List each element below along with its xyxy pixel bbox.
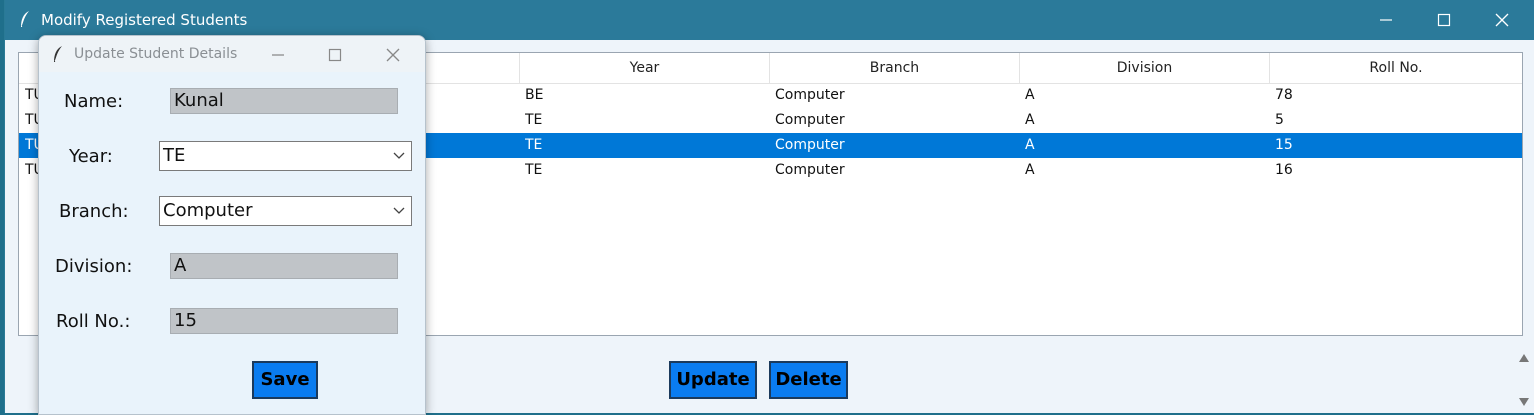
division-field[interactable]: A: [170, 253, 398, 279]
year-select-value: TE: [163, 145, 186, 166]
column-header-division[interactable]: Division: [1020, 53, 1270, 83]
dialog-titlebar[interactable]: Update Student Details: [39, 36, 425, 72]
maximize-icon: [328, 48, 342, 62]
close-icon: [386, 48, 400, 62]
minimize-button[interactable]: [1357, 0, 1415, 40]
cell-roll: 78: [1275, 87, 1293, 103]
close-button[interactable]: [1473, 0, 1531, 40]
cell-division: A: [1025, 87, 1035, 103]
roll-label: Roll No.:: [56, 311, 131, 332]
name-field[interactable]: Kunal: [170, 88, 398, 114]
year-select[interactable]: TE: [159, 141, 412, 171]
maximize-button[interactable]: [1415, 0, 1473, 40]
main-window-title: Modify Registered Students: [41, 11, 248, 29]
chevron-down-icon: [393, 152, 405, 159]
delete-button[interactable]: Delete: [769, 361, 848, 399]
save-button[interactable]: Save: [252, 361, 318, 399]
dialog-minimize-button[interactable]: [250, 36, 306, 72]
cell-year: TE: [525, 137, 543, 153]
scroll-up-arrow-icon[interactable]: [1518, 353, 1530, 363]
column-header-year[interactable]: Year: [520, 53, 770, 83]
main-titlebar[interactable]: Modify Registered Students: [5, 0, 1534, 40]
column-header-roll[interactable]: Roll No.: [1270, 53, 1522, 83]
branch-select[interactable]: Computer: [159, 196, 412, 226]
column-header-branch[interactable]: Branch: [770, 53, 1020, 83]
cell-roll: 15: [1275, 137, 1293, 153]
scroll-down-arrow-icon[interactable]: [1518, 397, 1530, 407]
maximize-icon: [1437, 13, 1451, 27]
cell-roll: 16: [1275, 162, 1293, 178]
update-button[interactable]: Update: [669, 361, 757, 399]
cell-year: TE: [525, 112, 543, 128]
chevron-down-icon: [393, 207, 405, 214]
year-label: Year:: [69, 146, 113, 167]
app-feather-icon: [19, 10, 31, 32]
roll-field[interactable]: 15: [170, 308, 398, 334]
cell-branch: Computer: [775, 137, 845, 153]
update-student-dialog: Update Student Details Name: Kunal Year:…: [38, 35, 426, 415]
cell-roll: 5: [1275, 112, 1284, 128]
dialog-close-button[interactable]: [365, 36, 421, 72]
cell-division: A: [1025, 162, 1035, 178]
cell-year: BE: [525, 87, 544, 103]
cell-branch: Computer: [775, 87, 845, 103]
cell-division: A: [1025, 112, 1035, 128]
dialog-title: Update Student Details: [74, 46, 238, 62]
cell-year: TE: [525, 162, 543, 178]
dialog-maximize-button[interactable]: [307, 36, 363, 72]
branch-select-value: Computer: [163, 200, 253, 221]
minimize-icon: [272, 54, 284, 56]
cell-branch: Computer: [775, 112, 845, 128]
dialog-feather-icon: [52, 45, 64, 67]
cell-branch: Computer: [775, 162, 845, 178]
name-label: Name:: [64, 91, 124, 112]
cell-division: A: [1025, 137, 1035, 153]
close-icon: [1495, 13, 1509, 27]
minimize-icon: [1380, 19, 1392, 21]
branch-label: Branch:: [59, 201, 129, 222]
division-label: Division:: [55, 256, 133, 277]
